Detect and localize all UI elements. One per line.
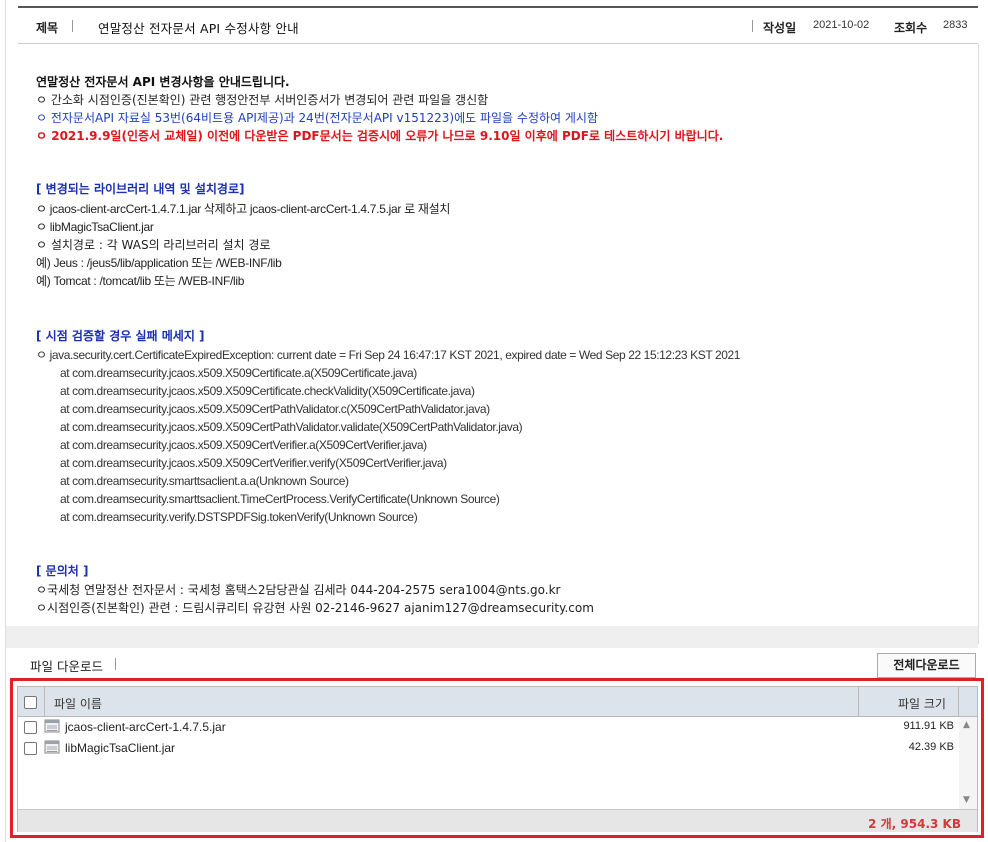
section-title-contact: [ 문의처 ] (36, 564, 89, 578)
scroll-up-arrow-icon[interactable]: ▲ (963, 720, 970, 730)
stack-trace-line: at com.dreamsecurity.jcaos.x509.X509Cert… (60, 456, 447, 470)
subject-label: 제목 (36, 21, 59, 35)
section-title-library: [ 변경되는 라이브러리 내역 및 설치경로] (36, 182, 245, 196)
file-list-header: 파일 이름 파일 크기 (18, 687, 977, 717)
file-row[interactable]: jcaos-client-arcCert-1.4.7.5.jar 911.91 … (18, 717, 958, 737)
file-list-footer: 2 개, 954.3 KB (18, 809, 977, 832)
file-checkbox[interactable] (24, 742, 37, 755)
file-icon (44, 740, 60, 754)
scroll-down-arrow-icon[interactable]: ▼ (963, 795, 970, 805)
views-label: 조회수 (894, 21, 928, 35)
stack-trace-line: at com.dreamsecurity.jcaos.x509.X509Cert… (60, 366, 417, 380)
file-icon (44, 719, 60, 733)
library-line: 예) Tomcat : /tomcat/lib 또는 /WEB-INF/lib (36, 274, 245, 288)
select-all-checkbox[interactable] (24, 696, 37, 709)
page-frame-right (978, 44, 979, 644)
file-name-link[interactable]: libMagicTsaClient.jar (65, 741, 175, 755)
file-row[interactable]: libMagicTsaClient.jar 42.39 KB (18, 738, 958, 758)
contact-line: ㅇ국세청 연말정산 전자문서 : 국세청 홈택스2담당관실 김세라 044-20… (36, 583, 561, 597)
column-header-size[interactable]: 파일 크기 (898, 695, 946, 712)
file-size: 42.39 KB (908, 741, 954, 753)
intro-text: 연말정산 전자문서 API 변경사항을 안내드립니다. (36, 75, 290, 89)
stack-trace-line: at com.dreamsecurity.smarttsaclient.Time… (60, 492, 500, 506)
download-all-button[interactable]: 전체다운로드 (877, 653, 976, 678)
stack-trace-line: at com.dreamsecurity.smarttsaclient.a.a(… (60, 474, 349, 488)
exception-line: ㅇ java.security.cert.CertificateExpiredE… (36, 348, 741, 362)
file-size: 911.91 KB (903, 720, 954, 732)
section-divider-band (6, 626, 978, 648)
view-count: 2833 (943, 19, 968, 31)
notice-bullet: ㅇ 간소화 시점인증(진본확인) 관련 행정안전부 서버인증서가 변경되어 관련… (36, 93, 489, 107)
file-download-title: 파일 다운로드 (30, 659, 103, 674)
stack-trace-line: at com.dreamsecurity.verify.DSTSPDFSig.t… (60, 510, 418, 524)
stack-trace-line: at com.dreamsecurity.jcaos.x509.X509Cert… (60, 402, 490, 416)
notice-bullet: ㅇ 전자문서API 자료실 53번(64비트용 API제공)과 24번(전자문서… (36, 111, 599, 125)
file-total-summary: 2 개, 954.3 KB (868, 817, 961, 831)
post-header: 제목 연말정산 전자문서 API 수정사항 안내 작성일 2021-10-02 … (18, 6, 978, 44)
library-line: 예) Jeus : /jeus5/lib/application 또는 /WEB… (36, 256, 282, 270)
title-divider (115, 658, 116, 670)
column-divider (858, 687, 859, 717)
library-line: ㅇ 설치경로 : 각 WAS의 라리브러리 설치 경로 (36, 238, 271, 252)
header-divider (72, 20, 73, 32)
file-list-scrollbar[interactable]: ▲ ▼ (959, 717, 977, 809)
page-frame-left (5, 0, 6, 842)
column-divider (958, 687, 959, 717)
warning-bullet: ㅇ 2021.9.9일(인증서 교체일) 이전에 다운받은 PDF문서는 검증시… (36, 129, 724, 143)
stack-trace-line: at com.dreamsecurity.jcaos.x509.X509Cert… (60, 420, 523, 434)
contact-line: ㅇ시점인증(진본확인) 관련 : 드림시큐리티 유강현 사원 02-2146-9… (36, 601, 594, 615)
date-label: 작성일 (763, 21, 797, 35)
section-title-failure: [ 시점 검증할 경우 실패 메세지 ] (36, 329, 205, 343)
column-divider (44, 687, 45, 717)
stack-trace-line: at com.dreamsecurity.jcaos.x509.X509Cert… (60, 384, 475, 398)
library-line: ㅇ jcaos-client-arcCert-1.4.7.1.jar 삭제하고 … (36, 202, 451, 216)
post-title: 연말정산 전자문서 API 수정사항 안내 (98, 21, 299, 36)
file-list-table: 파일 이름 파일 크기 jcaos-client-arcCert-1.4.7.5… (17, 686, 978, 832)
header-divider (752, 20, 753, 32)
library-line: ㅇ libMagicTsaClient.jar (36, 220, 154, 234)
file-name-link[interactable]: jcaos-client-arcCert-1.4.7.5.jar (65, 720, 226, 734)
column-header-name[interactable]: 파일 이름 (54, 695, 102, 712)
post-date: 2021-10-02 (813, 19, 870, 31)
file-checkbox[interactable] (24, 721, 37, 734)
stack-trace-line: at com.dreamsecurity.jcaos.x509.X509Cert… (60, 438, 427, 452)
